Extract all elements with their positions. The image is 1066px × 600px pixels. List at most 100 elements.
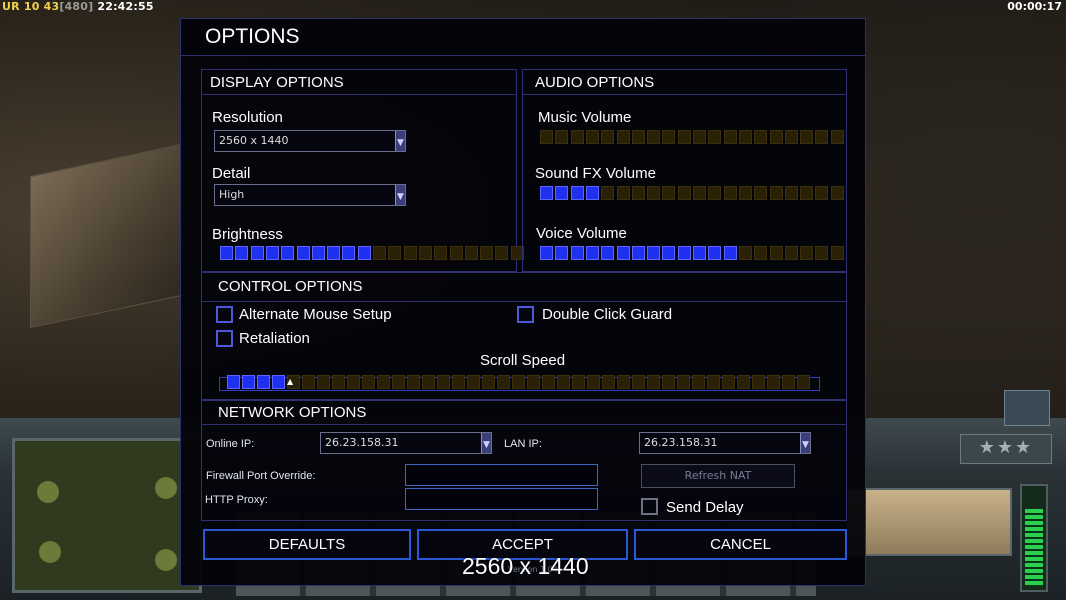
slider-segment[interactable] xyxy=(631,186,645,200)
slider-segment[interactable] xyxy=(617,375,630,389)
double-click-guard-checkbox[interactable] xyxy=(517,306,534,323)
slider-segment[interactable] xyxy=(754,186,768,200)
slider-thumb-icon[interactable]: ▲ xyxy=(287,377,293,386)
slider-segment[interactable] xyxy=(542,375,555,389)
slider-segment[interactable] xyxy=(830,186,844,200)
slider-segment[interactable] xyxy=(693,246,706,260)
slider-segment[interactable] xyxy=(722,375,735,389)
retaliation-checkbox[interactable] xyxy=(216,330,233,347)
slider-segment[interactable] xyxy=(362,375,375,389)
slider-segment[interactable] xyxy=(769,246,783,260)
slider-segment[interactable] xyxy=(235,246,249,260)
slider-segment[interactable] xyxy=(782,375,795,389)
slider-segment[interactable] xyxy=(647,130,661,144)
slider-segment[interactable] xyxy=(708,130,722,144)
slider-segment[interactable] xyxy=(815,186,829,200)
slider-segment[interactable] xyxy=(723,246,737,260)
slider-segment[interactable] xyxy=(738,186,752,200)
slider-segment[interactable] xyxy=(482,375,495,389)
slider-segment[interactable] xyxy=(797,375,810,389)
slider-segment[interactable] xyxy=(495,246,509,260)
online-ip-dropdown[interactable]: 26.23.158.31 ▼ xyxy=(320,432,492,454)
slider-segment[interactable] xyxy=(784,130,798,144)
slider-segment[interactable] xyxy=(738,246,752,260)
slider-segment[interactable] xyxy=(601,186,615,200)
slider-segment[interactable] xyxy=(662,375,675,389)
slider-segment[interactable] xyxy=(347,375,360,389)
slider-segment[interactable] xyxy=(250,246,264,260)
resolution-dropdown[interactable]: 2560 x 1440 ▼ xyxy=(214,130,406,152)
slider-segment[interactable] xyxy=(647,246,661,260)
slider-segment[interactable] xyxy=(601,246,615,260)
slider-segment[interactable] xyxy=(767,375,780,389)
slider-segment[interactable] xyxy=(555,246,569,260)
slider-segment[interactable] xyxy=(317,375,330,389)
slider-segment[interactable] xyxy=(467,375,480,389)
slider-segment[interactable] xyxy=(677,246,691,260)
slider-segment[interactable] xyxy=(616,130,630,144)
minimap[interactable] xyxy=(12,438,202,593)
slider-segment[interactable] xyxy=(392,375,405,389)
slider-segment[interactable] xyxy=(585,246,599,260)
slider-segment[interactable] xyxy=(242,375,255,389)
slider-segment[interactable] xyxy=(422,375,435,389)
slider-segment[interactable] xyxy=(497,375,510,389)
refresh-nat-button[interactable]: Refresh NAT xyxy=(641,464,795,488)
slider-segment[interactable] xyxy=(784,186,798,200)
chevron-down-icon[interactable]: ▼ xyxy=(800,433,810,453)
defaults-button[interactable]: DEFAULTS xyxy=(203,529,411,560)
slider-segment[interactable] xyxy=(480,246,494,260)
chevron-down-icon[interactable]: ▼ xyxy=(481,433,491,453)
slider-segment[interactable] xyxy=(403,246,417,260)
slider-segment[interactable] xyxy=(800,246,814,260)
slider-segment[interactable] xyxy=(585,186,599,200)
slider-segment[interactable] xyxy=(265,246,279,260)
slider-segment[interactable] xyxy=(616,186,630,200)
slider-segment[interactable] xyxy=(296,246,310,260)
slider-segment[interactable] xyxy=(601,130,615,144)
slider-segment[interactable] xyxy=(540,130,553,144)
slider-segment[interactable] xyxy=(707,375,720,389)
slider-segment[interactable] xyxy=(815,246,829,260)
music-volume-slider[interactable] xyxy=(540,130,844,144)
slider-segment[interactable] xyxy=(437,375,450,389)
slider-segment[interactable] xyxy=(540,246,553,260)
slider-segment[interactable] xyxy=(227,375,240,389)
slider-segment[interactable] xyxy=(418,246,432,260)
slider-segment[interactable] xyxy=(327,246,341,260)
slider-segment[interactable] xyxy=(557,375,570,389)
slider-segment[interactable] xyxy=(677,130,691,144)
slider-segment[interactable] xyxy=(527,375,540,389)
detail-dropdown[interactable]: High ▼ xyxy=(214,184,406,206)
send-delay-checkbox[interactable] xyxy=(641,498,658,515)
slider-segment[interactable] xyxy=(570,186,584,200)
slider-segment[interactable] xyxy=(752,375,765,389)
slider-segment[interactable] xyxy=(815,130,829,144)
slider-segment[interactable] xyxy=(281,246,295,260)
slider-segment[interactable] xyxy=(677,375,690,389)
slider-segment[interactable] xyxy=(830,130,844,144)
scroll-speed-slider[interactable] xyxy=(227,375,817,389)
slider-segment[interactable] xyxy=(377,375,390,389)
slider-segment[interactable] xyxy=(220,246,233,260)
slider-segment[interactable] xyxy=(434,246,448,260)
slider-segment[interactable] xyxy=(754,130,768,144)
slider-segment[interactable] xyxy=(662,246,676,260)
slider-segment[interactable] xyxy=(512,375,525,389)
slider-segment[interactable] xyxy=(407,375,420,389)
slider-segment[interactable] xyxy=(693,130,706,144)
slider-segment[interactable] xyxy=(602,375,615,389)
slider-segment[interactable] xyxy=(647,186,661,200)
slider-segment[interactable] xyxy=(388,246,402,260)
slider-segment[interactable] xyxy=(449,246,463,260)
alternate-mouse-checkbox[interactable] xyxy=(216,306,233,323)
slider-segment[interactable] xyxy=(677,186,691,200)
http-proxy-input[interactable] xyxy=(405,488,598,510)
slider-segment[interactable] xyxy=(555,130,569,144)
slider-segment[interactable] xyxy=(540,186,553,200)
lan-ip-dropdown[interactable]: 26.23.158.31 ▼ xyxy=(639,432,811,454)
slider-segment[interactable] xyxy=(692,375,705,389)
firewall-port-input[interactable] xyxy=(405,464,598,486)
slider-segment[interactable] xyxy=(631,130,645,144)
chevron-down-icon[interactable]: ▼ xyxy=(395,185,405,205)
